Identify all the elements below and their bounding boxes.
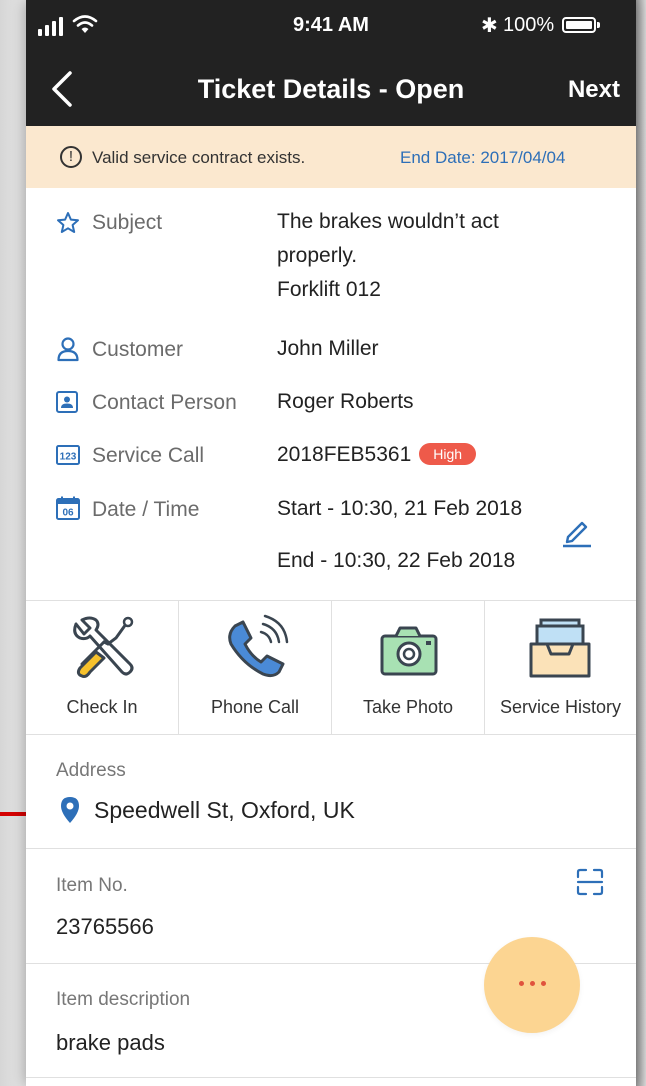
divider [26,848,636,849]
take-photo-button[interactable]: Take Photo [332,600,484,734]
contact-value: Roger Roberts [277,390,414,413]
more-actions-fab[interactable] [484,937,580,1033]
person-icon [57,337,79,362]
bluetooth-icon: ✱ [481,15,498,37]
divider [26,734,636,735]
service-history-label: Service History [499,697,622,717]
info-exclamation-icon: ! [60,146,82,168]
next-button[interactable]: Next [568,76,620,104]
phone-icon [228,614,289,678]
item-description-value[interactable]: brake pads [56,1030,165,1056]
subject-line-2: properly. [277,244,358,267]
divider [178,600,179,734]
customer-label: Customer [92,338,184,361]
item-no-value[interactable]: 23765566 [56,914,154,940]
check-in-button[interactable]: Check In [26,600,178,734]
subject-label: Subject [92,211,163,234]
page-title: Ticket Details - Open [197,74,465,104]
scan-icon[interactable] [576,868,604,896]
svg-text:123: 123 [60,452,77,463]
map-pin-icon [61,797,79,823]
datetime-start: Start - 10:30, 21 Feb 2018 [277,497,523,520]
contact-card-icon [56,391,78,413]
battery-icon [562,17,600,33]
service-call-value: 2018FEB5361 High [277,438,477,472]
contract-banner: ! Valid service contract exists. End Dat… [26,126,636,188]
divider [331,600,332,734]
star-icon [57,212,79,233]
inbox-tray-icon [529,618,591,678]
phone-call-button[interactable]: Phone Call [179,600,331,734]
more-dots-icon [484,981,580,986]
number-icon: 123 [56,445,80,465]
service-history-button[interactable]: Service History [485,600,636,734]
customer-value: John Miller [277,337,379,360]
address-value[interactable]: Speedwell St, Oxford, UK [94,797,355,824]
take-photo-label: Take Photo [362,697,454,717]
address-label: Address [56,760,126,781]
divider [26,1077,636,1078]
service-call-label: Service Call [92,444,205,467]
edit-pencil-icon[interactable] [561,515,593,549]
status-bar: 9:41 AM ✱ 100% [26,0,636,52]
nav-bar: Ticket Details - Open Next [26,52,636,126]
subject-line-3: Forklift 012 [277,278,381,301]
phone-call-label: Phone Call [210,697,300,717]
background-right [636,0,646,1086]
divider [484,600,485,734]
phone-screen: 9:41 AM ✱ 100% Ticket Details - Open Nex… [26,0,636,1086]
contact-label: Contact Person [92,391,237,414]
service-call-number: 2018FEB5361 [277,443,412,466]
item-no-label: Item No. [56,875,128,896]
tools-icon [73,616,134,678]
battery-percent: 100% [503,14,555,36]
datetime-label: Date / Time [92,498,200,521]
contract-message: Valid service contract exists. [92,148,306,167]
contract-end-date-link[interactable]: End Date: 2017/04/04 [400,148,565,168]
background-left [0,0,26,1086]
calendar-icon: 06 [56,496,80,520]
calendar-day: 06 [62,508,74,519]
datetime-end: End - 10:30, 22 Feb 2018 [277,549,516,572]
camera-icon [380,626,438,676]
priority-badge: High [419,443,477,465]
subject-value: The brakes wouldn’t act properly. Forkli… [277,205,499,307]
item-description-label: Item description [56,989,191,1010]
check-in-label: Check In [66,697,138,717]
subject-line-1: The brakes wouldn’t act [277,210,499,233]
